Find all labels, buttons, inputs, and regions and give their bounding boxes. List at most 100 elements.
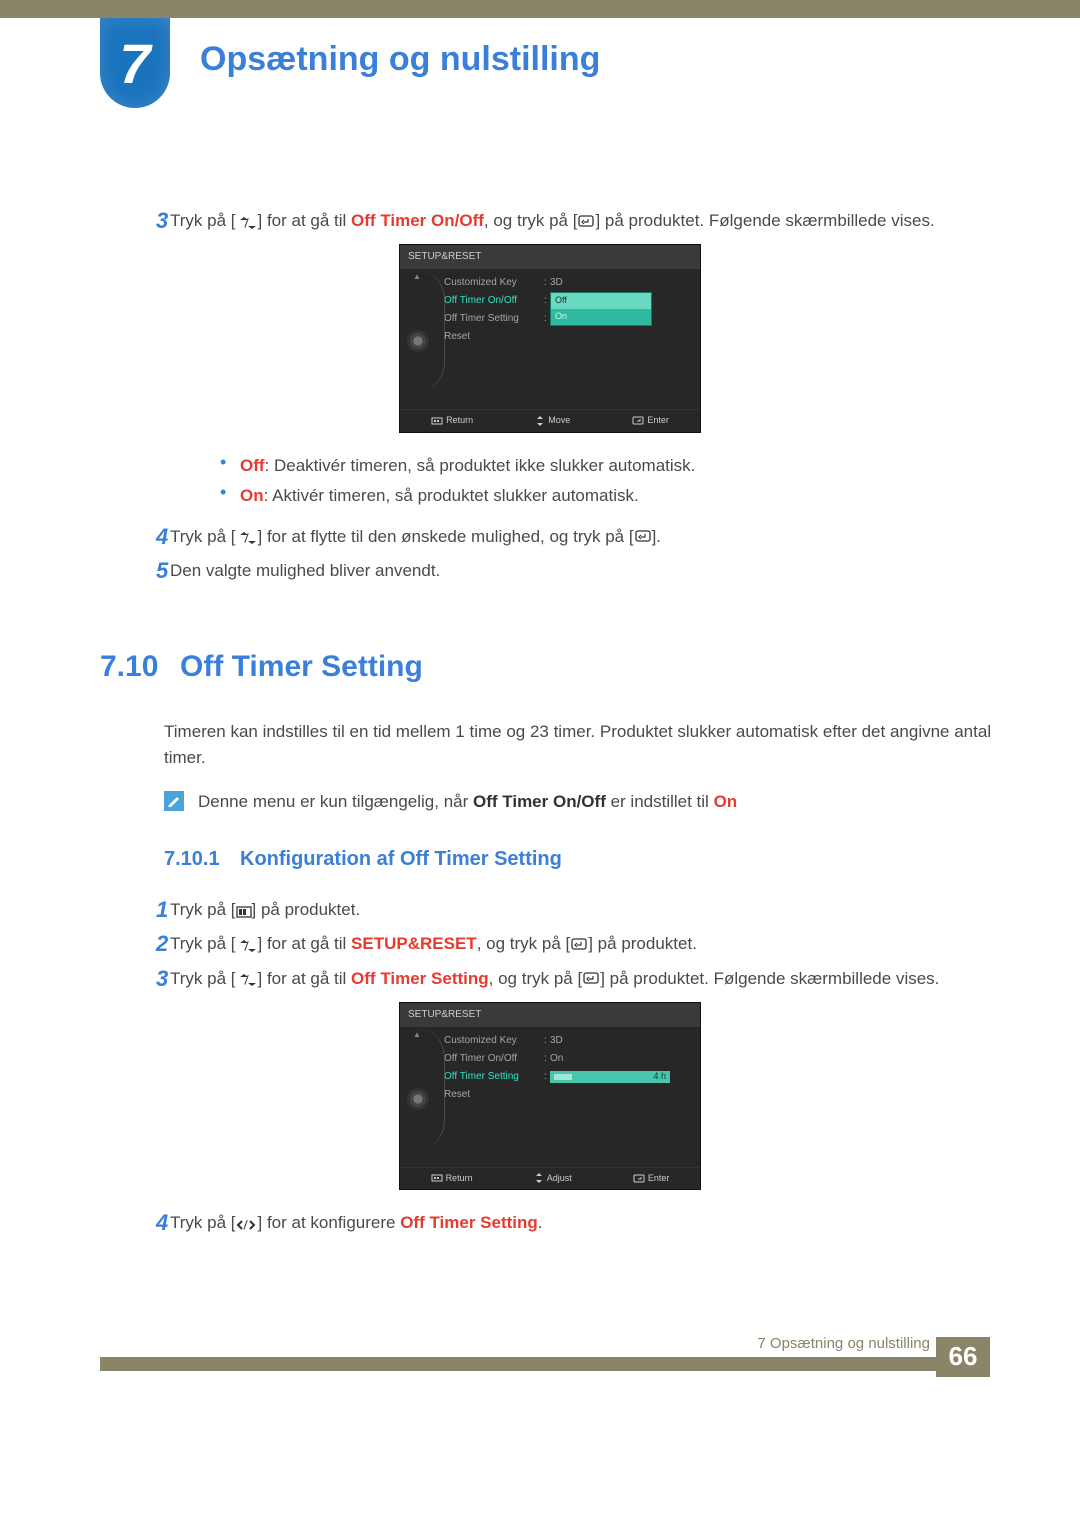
subsection-heading: 7.10.1 Konfiguration af Off Timer Settin… <box>164 844 1000 875</box>
osd-enter-hint: Enter <box>633 1172 670 1186</box>
footer-color-bar <box>100 1357 990 1371</box>
page-number: 66 <box>949 1341 978 1372</box>
osd-adjust-hint: Adjust <box>534 1172 572 1186</box>
text-bold: Off Timer On/Off <box>473 792 606 811</box>
osd-return-hint: Return <box>431 1172 473 1186</box>
text-bold-red: SETUP&RESET <box>351 934 477 953</box>
step-row-5: 5 Den valgte mulighed bliver anvendt. <box>100 558 1000 584</box>
text-fragment: Tryk på [ <box>170 900 236 919</box>
page-footer: 7 Opsætning og nulstilling 66 <box>0 1357 1080 1371</box>
step-body: Tryk på [] for at gå til SETUP&RESET, og… <box>170 931 1000 957</box>
section-number: 7.10 <box>100 644 180 691</box>
step-number: 3 <box>100 966 170 992</box>
osd-label: Reset <box>444 1087 544 1103</box>
text-fragment: ] på produktet. Følgende skærmbillede vi… <box>600 969 939 988</box>
osd-progress-text: 4 h <box>653 1070 666 1084</box>
text-fragment: , og tryk på [ <box>489 969 583 988</box>
text-fragment: Tryk på [ <box>170 211 236 230</box>
text-fragment: ] for at gå til <box>258 969 352 988</box>
osd-header: SETUP&RESET <box>400 245 700 269</box>
osd-value: 3D <box>550 275 694 291</box>
text-bold-red: On <box>240 486 264 505</box>
osd-label: Customized Key <box>444 275 544 291</box>
osd-dropdown-item-off: Off <box>551 293 651 309</box>
section-heading: 7.10 Off Timer Setting <box>100 644 1000 691</box>
text-fragment: , og tryk på [ <box>484 211 578 230</box>
bullet-dot-icon: • <box>220 483 240 509</box>
osd-label: Reset <box>444 329 544 345</box>
text-fragment: ] på produktet. <box>588 934 697 953</box>
text-bold-red: Off Timer Setting <box>400 1213 538 1232</box>
step-body: Tryk på [ ] for at gå til Off Timer On/Of… <box>170 208 1000 234</box>
osd-return-hint: Return <box>431 414 473 428</box>
text-fragment: ] for at flytte til den ønskede mulighed… <box>258 527 634 546</box>
text-fragment: . <box>538 1213 543 1232</box>
note-icon <box>164 791 184 811</box>
osd-value: On <box>550 1051 694 1067</box>
osd-value: 3D <box>550 1033 694 1049</box>
subsection-title: Konfiguration af Off Timer Setting <box>240 844 562 875</box>
cfg-step-3: 3 Tryk på [ ] for at gå til Off Timer Set… <box>100 966 1000 992</box>
osd-label: Off Timer Setting <box>444 311 544 327</box>
text-fragment: : Aktivér timeren, så produktet slukker … <box>264 486 639 505</box>
step-number: 4 <box>100 524 170 550</box>
enter-icon <box>634 526 652 548</box>
note-text: Denne menu er kun tilgængelig, når Off T… <box>198 789 737 815</box>
enter-icon <box>570 934 588 956</box>
updown-icon <box>236 968 258 990</box>
text-fragment: : Deaktivér timeren, så produktet ikke s… <box>265 456 696 475</box>
cfg-step-1: 1 Tryk på [ ] på produktet. <box>100 897 1000 923</box>
step-row-4: 4 Tryk på [] for at flytte til den ønske… <box>100 524 1000 550</box>
text-fragment: ] på produktet. <box>252 900 361 919</box>
text-fragment: Tryk på [ <box>170 1213 236 1232</box>
top-color-bar <box>0 0 1080 18</box>
osd-screenshot-1: SETUP&RESET ▲ Customized Key : 3D Off Ti… <box>399 244 701 432</box>
chapter-number: 7 <box>119 31 150 96</box>
bullet-text: Off: Deaktivér timeren, så produktet ikk… <box>240 453 695 479</box>
text-fragment: Tryk på [ <box>170 934 236 953</box>
step-number: 3 <box>100 208 170 234</box>
step-number: 2 <box>100 931 170 957</box>
text-fragment: Tryk på [ <box>170 969 236 988</box>
step-number: 1 <box>100 897 170 923</box>
step-row-3: 3 Tryk på [ ] for at gå til Off Timer On/… <box>100 208 1000 234</box>
step-body: Tryk på [] for at flytte til den ønskede… <box>170 524 1000 550</box>
osd-label-selected: Off Timer On/Off <box>444 293 544 309</box>
text-fragment: , og tryk på [ <box>477 934 571 953</box>
text-fragment: ] for at konfigurere <box>258 1213 401 1232</box>
enter-icon <box>577 211 595 233</box>
text-fragment: ] på produktet. Følgende skærmbillede vi… <box>595 211 934 230</box>
leftright-icon <box>236 1213 258 1235</box>
text-bold-red: Off Timer Setting <box>351 969 489 988</box>
osd-arc-decor <box>420 1029 445 1149</box>
osd-enter-hint: Enter <box>632 414 669 428</box>
bullet-text: On: Aktivér timeren, så produktet slukke… <box>240 483 639 509</box>
osd-progress-bar <box>554 1074 572 1080</box>
osd-progress: 4 h <box>550 1071 670 1083</box>
step-body: Tryk på [ ] for at konfigurere Off Timer … <box>170 1210 1000 1236</box>
note-row: Denne menu er kun tilgængelig, når Off T… <box>164 789 1000 815</box>
subsection-number: 7.10.1 <box>164 844 240 875</box>
text-fragment: er indstillet til <box>606 792 714 811</box>
section-title: Off Timer Setting <box>180 644 423 691</box>
page-number-box: 66 <box>936 1337 990 1377</box>
updown-icon <box>236 526 258 548</box>
cfg-step-4: 4 Tryk på [] for at konfigurere Off Time… <box>100 1210 1000 1236</box>
osd-arc-decor <box>420 271 445 391</box>
step-body: Den valgte mulighed bliver anvendt. <box>170 558 1000 584</box>
osd-footer: Return Adjust Enter <box>400 1167 700 1190</box>
step-number: 5 <box>100 558 170 584</box>
text-bold-red: Off Timer On/Off <box>351 211 484 230</box>
chapter-title: Opsætning og nulstilling <box>200 40 600 79</box>
text-fragment: Denne menu er kun tilgængelig, når <box>198 792 473 811</box>
enter-icon <box>582 968 600 990</box>
text-fragment: ] for at gå til <box>258 211 352 230</box>
updown-icon <box>236 934 258 956</box>
bullet-list: • Off: Deaktivér timeren, så produktet i… <box>100 453 1000 510</box>
osd-label: Customized Key <box>444 1033 544 1049</box>
osd-footer: Return Move Enter <box>400 409 700 432</box>
step-body: Tryk på [ ] for at gå til Off Timer Setti… <box>170 966 1000 992</box>
section-intro: Timeren kan indstilles til en tid mellem… <box>164 719 1000 772</box>
chapter-badge: 7 <box>100 18 170 108</box>
updown-icon <box>236 211 258 233</box>
